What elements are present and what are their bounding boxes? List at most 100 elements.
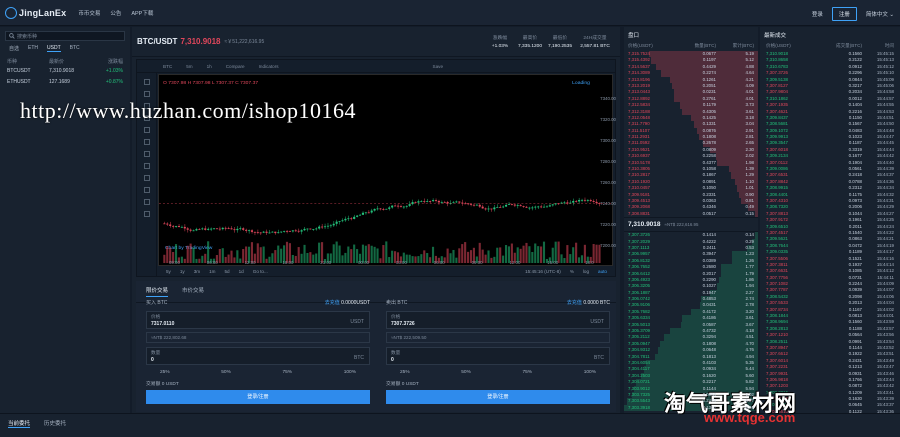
market-row[interactable]: ETHUSDT 127.1689 +0.87% — [0, 76, 130, 87]
sell-pct-50[interactable]: 50% — [461, 370, 471, 375]
candle-body — [516, 205, 519, 206]
market-search-input[interactable]: 搜索币种 — [5, 31, 125, 41]
buy-login-button[interactable]: 登录/注册 — [146, 390, 370, 404]
range-5d[interactable]: 5d — [225, 269, 230, 274]
magnet-icon[interactable] — [143, 175, 150, 181]
lock-icon[interactable] — [143, 187, 150, 193]
sell-login-button[interactable]: 登录/注册 — [386, 390, 610, 404]
candle-body — [496, 206, 499, 208]
crosshair-icon[interactable] — [143, 79, 150, 85]
buy-pct-50[interactable]: 50% — [221, 370, 231, 375]
candle-body — [227, 228, 230, 229]
range-5y[interactable]: 5y — [166, 269, 171, 274]
save-button[interactable]: Save — [433, 64, 443, 69]
range-1m[interactable]: 1m — [209, 269, 215, 274]
volume-bar — [461, 244, 464, 264]
nav-app-download[interactable]: APP下载 — [131, 9, 153, 17]
candle-body — [277, 232, 280, 234]
sell-pct-100[interactable]: 100% — [584, 370, 596, 375]
candle-body — [283, 230, 286, 232]
trendline-icon[interactable] — [143, 91, 150, 97]
tab-market-order[interactable]: 市价交易 — [182, 286, 204, 297]
candle-body — [443, 202, 446, 203]
candle-body — [513, 204, 516, 206]
buy-qty-field[interactable]: 数量 0 BTC — [146, 347, 370, 365]
auto-toggle[interactable]: auto — [598, 269, 607, 274]
log-toggle[interactable]: log — [583, 269, 589, 274]
candle-body — [215, 228, 218, 230]
candle-body — [458, 201, 461, 203]
tab-open-orders[interactable]: 当前委托 — [8, 419, 31, 428]
range-1d[interactable]: 1d — [239, 269, 244, 274]
order-form: 限价交易 市价交易 买入 BTC 去充值 0.0000USDT 价格 7317.01… — [136, 281, 616, 412]
candle-body — [268, 232, 271, 234]
candle-body — [367, 212, 370, 214]
nav-announcements[interactable]: 公告 — [110, 9, 121, 17]
candle-body — [396, 205, 400, 207]
sell-form: 卖出 BTC 去充值 0.0000 BTC 价格 7307.3726 USDT ≈NT… — [386, 299, 610, 404]
buy-deposit-link[interactable]: 去充值 — [325, 300, 340, 306]
eye-icon[interactable] — [143, 199, 150, 205]
candle-body — [376, 208, 379, 210]
volume-bar — [344, 252, 347, 264]
language-select[interactable]: 简体中文 ⌄ — [866, 10, 894, 18]
volume-bar — [256, 243, 259, 264]
sell-pct-25[interactable]: 25% — [400, 370, 410, 375]
buy-price-field[interactable]: 价格 7317.0110 USDT — [146, 311, 370, 329]
tab-btc[interactable]: BTC — [70, 45, 80, 52]
tab-limit-order[interactable]: 限价交易 — [146, 286, 169, 297]
brand-logo[interactable]: JingLanEx — [5, 6, 66, 19]
volume-bar — [233, 257, 236, 264]
compare-button[interactable]: Compare — [226, 64, 245, 69]
nav-spot-trading[interactable]: 币币交易 — [78, 9, 100, 17]
last-price: 7,310.9018 — [180, 37, 221, 46]
interval-5m[interactable]: 5m — [186, 64, 192, 69]
volume-bar — [192, 247, 195, 264]
goto-button[interactable]: Go to... — [253, 269, 268, 274]
candle-body — [364, 212, 367, 214]
tab-eth[interactable]: ETH — [28, 45, 38, 52]
chart-symbol[interactable]: BTC — [163, 64, 172, 69]
range-3m[interactable]: 3m — [194, 269, 200, 274]
tradingview-chart[interactable]: BTC 5m 1h Compare Indicators Save O 7307… — [136, 59, 616, 277]
candle-body — [580, 199, 584, 201]
sell-available: 0.0000 BTC — [583, 300, 610, 306]
candle-body — [402, 206, 405, 208]
indicators-button[interactable]: Indicators — [259, 64, 279, 69]
percent-toggle[interactable]: % — [570, 269, 574, 274]
volume-bar — [341, 255, 344, 264]
market-row[interactable]: BTCUSDT 7,310.9018 +1.03% — [0, 65, 130, 76]
search-icon — [9, 33, 15, 39]
trash-icon[interactable] — [143, 211, 150, 217]
measure-icon[interactable] — [143, 151, 150, 157]
login-link[interactable]: 登录 — [812, 10, 823, 18]
text-icon[interactable] — [143, 127, 150, 133]
candle-body — [399, 206, 402, 207]
sell-deposit-link[interactable]: 去充值 — [567, 300, 582, 306]
tab-order-history[interactable]: 历史委托 — [44, 419, 66, 432]
volume-bar — [458, 248, 461, 264]
sell-price-field[interactable]: 价格 7307.3726 USDT — [386, 311, 610, 329]
pattern-icon[interactable] — [143, 139, 150, 145]
sell-qty-field[interactable]: 数量 0 BTC — [386, 347, 610, 365]
candle-body — [414, 202, 417, 203]
tab-favorites[interactable]: 自选 — [9, 45, 19, 52]
buy-pct-25[interactable]: 25% — [160, 370, 170, 375]
interval-1h[interactable]: 1h — [207, 64, 212, 69]
sell-pct-75[interactable]: 75% — [522, 370, 532, 375]
candle-body — [239, 228, 242, 230]
order-total: 0.15 — [745, 210, 754, 216]
volume-bar — [385, 241, 388, 264]
candle-body — [303, 228, 306, 231]
ask-row[interactable]: 7,308.8831 0.0517 0.15 — [624, 210, 758, 218]
candle-body — [461, 202, 464, 204]
buy-pct-75[interactable]: 75% — [282, 370, 292, 375]
price-axis[interactable]: 7340.00 7320.00 7300.00 7280.00 7260.00 7240.… — [600, 74, 617, 266]
range-1y[interactable]: 1y — [180, 269, 185, 274]
order-amount: 0.1352 — [702, 404, 716, 410]
buy-pct-100[interactable]: 100% — [344, 370, 356, 375]
register-button[interactable]: 注册 — [831, 7, 857, 21]
zoom-icon[interactable] — [143, 163, 150, 169]
tab-usdt[interactable]: USDT — [47, 45, 61, 52]
bid-row[interactable]: 7,303.3918 0.1352 6.40 — [624, 404, 758, 412]
